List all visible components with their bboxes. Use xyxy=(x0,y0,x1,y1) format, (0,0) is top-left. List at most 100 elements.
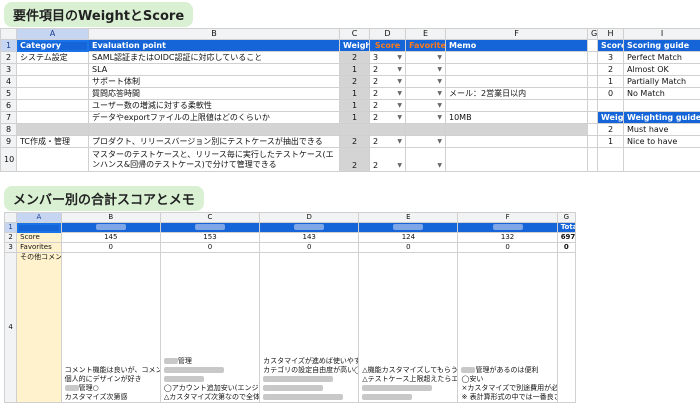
member-score[interactable]: 145 xyxy=(60,232,161,243)
member-favorites[interactable]: 0 xyxy=(259,242,360,253)
col-header-c[interactable]: C xyxy=(339,28,370,40)
category-cell[interactable] xyxy=(16,87,89,100)
col-header-e[interactable]: E xyxy=(405,28,446,40)
memo-cell[interactable] xyxy=(445,99,588,112)
favorites-dropdown[interactable]: ▼ xyxy=(405,99,446,112)
col-header-f[interactable]: F xyxy=(445,28,588,40)
scoring-guide-score[interactable]: 3 xyxy=(597,51,624,64)
col-header-c[interactable]: C xyxy=(159,212,261,223)
scoring-guide-label[interactable]: Almost OK xyxy=(623,63,700,76)
score-dropdown[interactable]: 2 ▼ xyxy=(369,147,406,172)
row-header[interactable]: 2 xyxy=(3,232,18,243)
favorites-dropdown[interactable]: ▼ xyxy=(405,87,446,100)
scoring-guide-score[interactable]: 2 xyxy=(597,63,624,76)
evaluation-cell[interactable]: マスターのテストケースと、リリース毎に実行したテストケース(エンハンス&回帰のテ… xyxy=(88,147,340,172)
favorites-dropdown[interactable]: ▼ xyxy=(405,63,446,76)
spacer-cell[interactable] xyxy=(587,135,598,148)
weight-cell[interactable]: 2 xyxy=(339,147,370,172)
score-dropdown[interactable]: 2 ▼ xyxy=(369,63,406,76)
spacer-cell[interactable] xyxy=(587,51,598,64)
score-dropdown[interactable]: 2 ▼ xyxy=(369,75,406,88)
member-comment-cell[interactable]: コメント機能は良いが、コメントのカラムを別途作成しておく事に追記していく形になる… xyxy=(60,252,161,403)
weight-cell[interactable]: 2 xyxy=(339,51,370,64)
row-header[interactable]: 4 xyxy=(0,75,17,88)
other-comment-label[interactable]: その他コメント xyxy=(16,252,62,403)
memo-cell[interactable]: メール：2営業日以内 xyxy=(445,87,588,100)
spacer-cell[interactable] xyxy=(587,123,598,136)
empty-cell[interactable] xyxy=(597,147,624,172)
weighting-guide-header-weight[interactable]: Weight xyxy=(597,111,624,124)
header-evaluation[interactable]: Evaluation point xyxy=(88,39,340,52)
row-header[interactable]: 4 xyxy=(3,252,18,403)
col-header-a[interactable]: A xyxy=(16,212,62,223)
scoring-guide-header[interactable]: Scoring guide xyxy=(623,39,700,52)
member-comment-cell[interactable]: カスタマイズが進めば使いやすくはなりそうだけどそれまでにお金がとてもかかりそう△… xyxy=(259,252,360,403)
score-dropdown[interactable]: 2 ▼ xyxy=(369,135,406,148)
empty-cell[interactable] xyxy=(623,147,700,172)
scoring-guide-label[interactable]: Perfect Match xyxy=(623,51,700,64)
weighting-guide-label[interactable]: Nice to have xyxy=(623,135,700,148)
row-header[interactable]: 1 xyxy=(0,39,17,52)
evaluation-cell[interactable]: データやexportファイルの上限値はどのくらいか xyxy=(88,111,340,124)
member-favorites[interactable]: 0 xyxy=(457,242,558,253)
score-dropdown[interactable]: 2 ▼ xyxy=(369,87,406,100)
weighting-guide-weight[interactable]: 1 xyxy=(597,135,624,148)
scoring-guide-header-score[interactable]: Score xyxy=(597,39,624,52)
col-header-g[interactable]: G xyxy=(556,212,577,223)
evaluation-cell[interactable] xyxy=(88,123,340,136)
member-favorites[interactable]: 0 xyxy=(159,242,261,253)
empty-cell[interactable] xyxy=(623,99,700,112)
col-header-a[interactable]: A xyxy=(16,28,89,40)
evaluation-cell[interactable]: プロダクト、リリースバージョン別にテストケースが抽出できる xyxy=(88,135,340,148)
weight-cell[interactable]: 2 xyxy=(339,135,370,148)
spacer-cell[interactable] xyxy=(587,99,598,112)
spacer-cell[interactable] xyxy=(587,111,598,124)
col-header-d[interactable]: D xyxy=(369,28,406,40)
row-header[interactable]: 10 xyxy=(0,147,17,172)
member-name-cell[interactable] xyxy=(358,222,459,233)
evaluation-cell[interactable]: SLA xyxy=(88,63,340,76)
evaluation-cell[interactable]: サポート体制 xyxy=(88,75,340,88)
col-header-b[interactable]: B xyxy=(88,28,340,40)
member-score[interactable]: 124 xyxy=(358,232,459,243)
weight-cell[interactable]: 1 xyxy=(339,87,370,100)
spacer-cell[interactable] xyxy=(587,75,598,88)
spacer-cell[interactable] xyxy=(587,147,598,172)
member-comment-cell[interactable]: △機能カスタマイズしてもらうの高そう △テストケース上限超えたらエクスポート xyxy=(358,252,459,403)
favorites-dropdown[interactable]: ▼ xyxy=(405,111,446,124)
category-cell[interactable] xyxy=(16,99,89,112)
weight-cell[interactable]: 1 xyxy=(339,111,370,124)
row-header[interactable]: 8 xyxy=(0,123,17,136)
member-name-cell[interactable] xyxy=(259,222,360,233)
favorites-cell[interactable] xyxy=(405,123,446,136)
score-cell[interactable] xyxy=(369,123,406,136)
col-header-h[interactable]: H xyxy=(597,28,624,40)
memo-cell[interactable] xyxy=(445,123,588,136)
scoring-guide-label[interactable]: No Match xyxy=(623,87,700,100)
member-comment-cell[interactable]: 管理があるのは便利 ◯安い ×カスタマイズで別途費用が必要(人月工数だが、相談す… xyxy=(457,252,558,403)
weight-cell[interactable] xyxy=(339,123,370,136)
header-score[interactable]: Score xyxy=(369,39,406,52)
scoring-guide-score[interactable]: 1 xyxy=(597,75,624,88)
memo-cell[interactable] xyxy=(445,75,588,88)
spacer-cell[interactable] xyxy=(587,87,598,100)
member-name-cell[interactable] xyxy=(60,222,161,233)
memo-cell[interactable] xyxy=(445,51,588,64)
row-header[interactable]: 3 xyxy=(0,63,17,76)
evaluation-cell[interactable]: ユーザー数の増減に対する柔軟性 xyxy=(88,99,340,112)
total-favorites[interactable]: 0 xyxy=(556,242,577,253)
evaluation-cell[interactable]: SAML認証またはOIDC認証に対応していること xyxy=(88,51,340,64)
memo-cell[interactable] xyxy=(445,135,588,148)
header-memo[interactable]: Memo xyxy=(445,39,588,52)
favorites-dropdown[interactable]: ▼ xyxy=(405,51,446,64)
total-header[interactable]: Total xyxy=(556,222,577,233)
row-header[interactable]: 7 xyxy=(0,111,17,124)
favorites-label[interactable]: Favorites xyxy=(16,242,62,253)
header-favorites[interactable]: Favorites xyxy=(405,39,446,52)
category-cell[interactable]: TC作成・管理 xyxy=(16,135,89,148)
col-header-g[interactable]: G xyxy=(587,28,598,40)
scoring-guide-score[interactable]: 0 xyxy=(597,87,624,100)
header-weight[interactable]: Weight xyxy=(339,39,370,52)
member-favorites[interactable]: 0 xyxy=(60,242,161,253)
row-header[interactable]: 6 xyxy=(0,99,17,112)
